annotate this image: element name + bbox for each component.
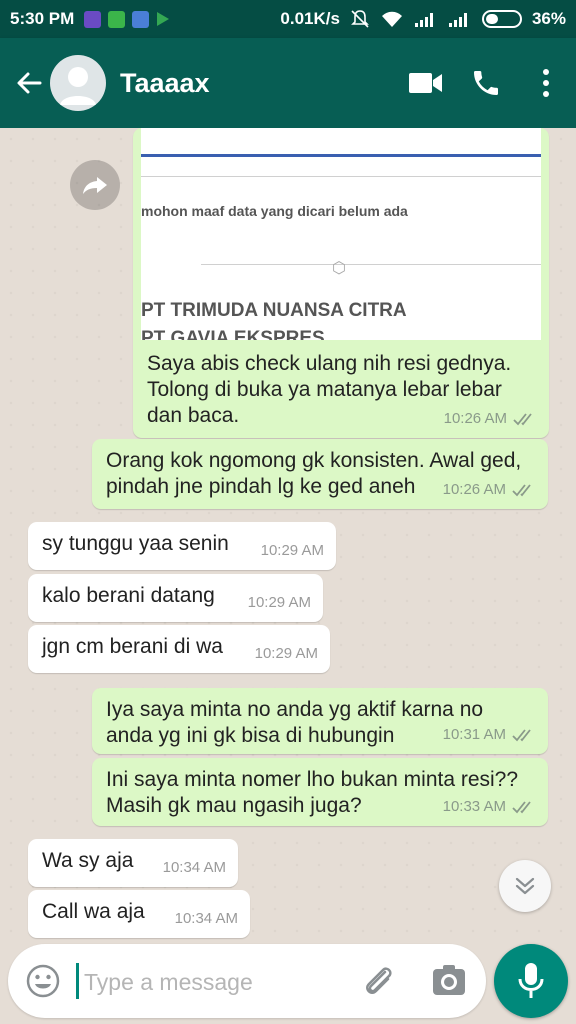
text-cursor	[76, 963, 79, 999]
image-divider	[201, 264, 541, 265]
app-notification-icon	[84, 10, 102, 28]
video-camera-icon	[409, 73, 442, 93]
chrome-notification-icon	[132, 10, 150, 28]
message-meta: 10:34 AM	[163, 855, 226, 881]
message-time: 10:29 AM	[247, 594, 311, 611]
voice-call-button[interactable]	[456, 53, 516, 113]
back-button[interactable]	[8, 62, 50, 104]
message-composer	[8, 944, 486, 1018]
voice-record-button[interactable]	[494, 944, 568, 1018]
message-time: 10:34 AM	[162, 859, 226, 876]
chat-header: Taaaax	[0, 38, 576, 128]
emoji-button[interactable]	[24, 962, 62, 1000]
paperclip-icon	[366, 967, 392, 994]
arrow-left-icon	[17, 72, 42, 94]
outgoing-message[interactable]: Orang kok ngomong gk konsisten. Awal ged…	[92, 439, 548, 509]
wifi-icon	[381, 11, 402, 27]
outgoing-message[interactable]: Iya saya minta no anda yg aktif karna no…	[92, 688, 548, 754]
read-ticks-icon	[512, 729, 531, 742]
image-text: PT TRIMUDA NUANSA CITRA	[141, 300, 407, 321]
battery-icon	[481, 10, 522, 28]
message-meta: 10:33 AM	[443, 794, 536, 820]
incoming-message[interactable]: Call wa aja 10:34 AM	[28, 890, 250, 938]
phone-icon	[474, 71, 498, 95]
image-divider	[141, 154, 541, 157]
status-time: 5:30 PM	[10, 9, 75, 28]
contact-name[interactable]: Taaaax	[120, 68, 210, 99]
message-meta: 10:26 AM	[443, 477, 536, 503]
loading-hex-icon: ⬡	[332, 260, 346, 277]
avatar[interactable]	[50, 55, 106, 111]
battery-percent: 36%	[531, 9, 566, 28]
read-ticks-icon	[512, 484, 531, 497]
incoming-message[interactable]: Wa sy aja 10:34 AM	[28, 839, 238, 887]
bell-muted-icon	[351, 10, 369, 28]
message-time: 10:31 AM	[442, 726, 506, 743]
default-avatar-icon	[60, 67, 96, 105]
message-meta: 10:29 AM	[255, 641, 318, 667]
forward-button[interactable]	[70, 160, 120, 210]
scroll-to-bottom-button[interactable]	[499, 860, 551, 912]
shared-image[interactable]: mohon maaf data yang dicari belum ada ⬡ …	[141, 128, 541, 340]
emoji-icon	[26, 964, 60, 998]
message-line: Tolong di buka ya matanya lebar lebar	[147, 378, 502, 401]
message-time: 10:26 AM	[442, 481, 506, 498]
chat-area[interactable]: mohon maaf data yang dicari belum ada ⬡ …	[0, 128, 576, 940]
message-line: Orang kok ngomong gk konsisten. Awal ged…	[106, 449, 522, 472]
message-time: 10:29 AM	[254, 645, 318, 662]
image-message[interactable]: mohon maaf data yang dicari belum ada ⬡ …	[133, 128, 549, 438]
play-store-icon	[157, 12, 170, 26]
forward-icon	[83, 177, 107, 194]
incoming-message[interactable]: sy tunggu yaa senin 10:29 AM	[28, 522, 336, 570]
message-time: 10:33 AM	[442, 798, 506, 815]
more-options-button[interactable]	[516, 53, 576, 113]
attach-button[interactable]	[358, 960, 400, 1002]
outgoing-message[interactable]: Ini saya minta nomer lho bukan minta res…	[92, 758, 548, 826]
message-meta: 10:26 AM	[444, 406, 537, 432]
line-notification-icon	[108, 10, 126, 28]
message-input[interactable]	[84, 964, 354, 1000]
camera-button[interactable]	[428, 960, 470, 1002]
image-divider	[141, 176, 541, 177]
double-chevron-down-icon	[515, 877, 535, 895]
microphone-icon	[518, 963, 544, 998]
message-meta: 10:34 AM	[175, 906, 238, 932]
incoming-message[interactable]: jgn cm berani di wa 10:29 AM	[28, 625, 330, 673]
more-vertical-icon	[543, 69, 549, 97]
image-text: mohon maaf data yang dicari belum ada	[141, 203, 408, 219]
read-ticks-icon	[513, 413, 532, 426]
message-line: Saya abis check ulang nih resi gednya.	[147, 352, 512, 375]
signal-icon	[414, 13, 433, 27]
message-line: Iya saya minta no anda yg aktif karna no	[106, 698, 484, 721]
camera-icon	[433, 965, 465, 995]
network-speed: 0.01K/s	[280, 9, 340, 28]
status-bar: 5:30 PM 0.01K/s 36%	[0, 0, 576, 38]
message-line: Ini saya minta nomer lho bukan minta res…	[106, 768, 519, 791]
incoming-message[interactable]: kalo berani datang 10:29 AM	[28, 574, 323, 622]
message-time: 10:34 AM	[174, 910, 238, 927]
message-time: 10:26 AM	[443, 410, 507, 427]
message-meta: 10:31 AM	[443, 722, 536, 748]
read-ticks-icon	[512, 801, 531, 814]
message-time: 10:29 AM	[260, 542, 324, 559]
image-text: PT GAVIA EKSPRES	[141, 328, 325, 340]
message-meta: 10:29 AM	[248, 590, 311, 616]
video-call-button[interactable]	[396, 53, 456, 113]
message-meta: 10:29 AM	[261, 538, 324, 564]
signal-icon-2	[448, 13, 467, 27]
